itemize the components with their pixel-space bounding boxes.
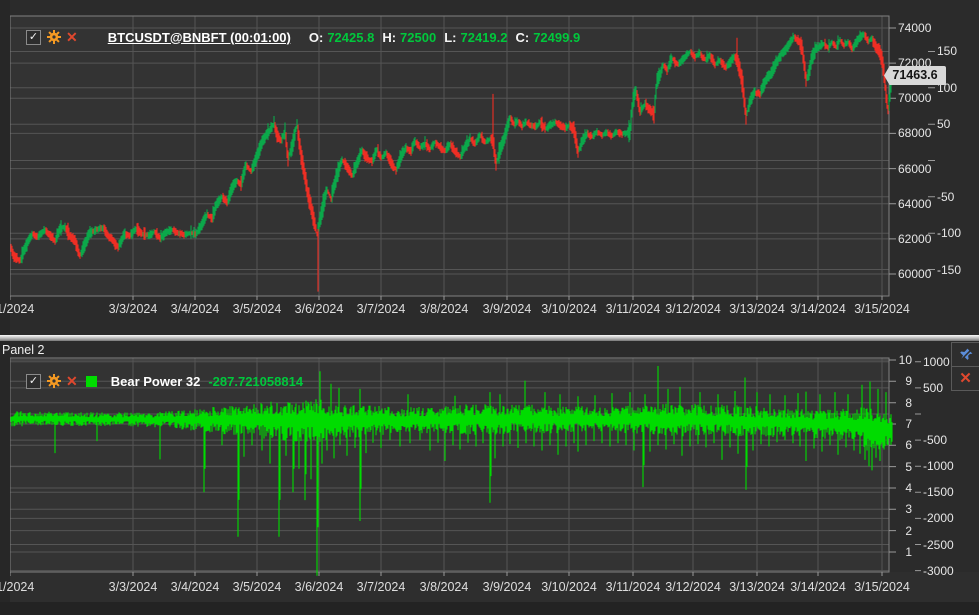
indicator-inner-tick-label: 3 (898, 502, 912, 516)
indicator-name[interactable]: Bear Power 32 (111, 374, 201, 389)
date-label: 3/9/2024 (483, 302, 532, 316)
indicator-legend: ✓ ✕ Bear Power 32 -287.721058814 (26, 370, 303, 392)
indicator-inner-tick-label: 10 (898, 353, 912, 367)
indicator-outer-tick-label: -1000 (923, 459, 954, 473)
panel2-title: Panel 2 (2, 343, 44, 357)
secondary-axis-tick-label: -150 (937, 263, 961, 277)
close-label: C: (515, 30, 529, 45)
indicator-outer-tick-label: -2000 (923, 511, 954, 525)
open-label: O: (309, 30, 323, 45)
trading-app-window: 7400072000700006800066000640006200060000… (0, 0, 979, 615)
panel2-buttons: ✕ (951, 342, 979, 391)
price-axis-tick-label: 64000 (898, 197, 931, 211)
price-axis-tick-label: 60000 (898, 267, 931, 281)
series-visibility-checkbox[interactable]: ✓ (26, 30, 41, 45)
symbol-title[interactable]: BTCUSDT@BNBFT (00:01:00) (108, 30, 291, 45)
indicator-outer-tick-label: -3000 (923, 564, 954, 578)
date-label: 3/5/2024 (233, 580, 282, 594)
date-label: 3/13/2024 (729, 580, 785, 594)
date-label: 3/15/2024 (854, 302, 910, 316)
low-label: L: (444, 30, 456, 45)
indicator-outer-tick-label: 500 (923, 381, 943, 395)
series-settings-gear-icon[interactable] (47, 30, 61, 44)
unpin-panel-button[interactable] (952, 343, 979, 366)
low-value: 72419.2 (460, 30, 507, 45)
indicator-inner-tick-label: 4 (898, 481, 912, 495)
panel-splitter[interactable] (0, 335, 979, 341)
date-label: 3/8/2024 (420, 580, 469, 594)
indicator-visibility-checkbox[interactable]: ✓ (26, 374, 41, 389)
high-value: 72500 (400, 30, 436, 45)
secondary-axis-tick-label: -100 (937, 226, 961, 240)
close-value: 72499.9 (533, 30, 580, 45)
price-series-legend: ✓ ✕ BTCUSDT@BNBFT (00:01:00) O: 72425.8 … (26, 26, 580, 48)
price-axis-tick-label: 68000 (898, 126, 931, 140)
date-label: 3/12/2024 (665, 302, 721, 316)
price-axis-tick-label: 62000 (898, 232, 931, 246)
close-panel-button[interactable]: ✕ (952, 366, 979, 390)
price-axis-tick-label: 66000 (898, 162, 931, 176)
pushpin-icon (958, 347, 974, 363)
date-label: 3/9/2024 (483, 580, 532, 594)
date-label: 3/3/2024 (109, 580, 158, 594)
secondary-axis-tick-label: 150 (937, 44, 957, 58)
series-remove-icon[interactable]: ✕ (66, 30, 78, 44)
date-label: 3/14/2024 (790, 580, 846, 594)
date-label: 3/6/2024 (295, 580, 344, 594)
date-label: 3/8/2024 (420, 302, 469, 316)
date-label: 3/10/2024 (541, 302, 597, 316)
indicator-inner-tick-label: 9 (898, 374, 912, 388)
close-icon: ✕ (959, 372, 972, 386)
date-label: 3/12/2024 (665, 580, 721, 594)
indicator-color-swatch[interactable] (86, 376, 97, 387)
date-label: 3/15/2024 (854, 580, 910, 594)
indicator-settings-gear-icon[interactable] (47, 374, 61, 388)
date-label: 3/5/2024 (233, 302, 282, 316)
last-price-tag: 71463.6 (884, 66, 946, 85)
indicator-outer-tick-label: 1000 (923, 355, 950, 369)
secondary-axis-tick-label: -50 (937, 190, 954, 204)
date-label: 3/1/2024 (0, 580, 34, 594)
indicator-inner-tick-label: 8 (898, 396, 912, 410)
price-axis-tick-label: 70000 (898, 91, 931, 105)
indicator-outer-tick-label: -1500 (923, 485, 954, 499)
high-label: H: (382, 30, 396, 45)
indicator-outer-tick-label: -2500 (923, 538, 954, 552)
date-label: 3/1/2024 (0, 302, 34, 316)
indicator-inner-tick-label: 1 (898, 545, 912, 559)
secondary-axis-tick-label: 50 (937, 117, 950, 131)
price-axis-tick-label: 74000 (898, 21, 931, 35)
indicator-inner-tick-label: 6 (898, 438, 912, 452)
date-label: 3/4/2024 (171, 302, 220, 316)
indicator-remove-icon[interactable]: ✕ (66, 374, 78, 388)
date-label: 3/11/2024 (606, 580, 661, 594)
bottom-margin (0, 602, 979, 615)
indicator-inner-tick-label: 2 (898, 524, 912, 538)
date-label: 3/4/2024 (171, 580, 220, 594)
date-label: 3/6/2024 (295, 302, 344, 316)
date-label: 3/10/2024 (541, 580, 597, 594)
date-label: 3/7/2024 (357, 580, 406, 594)
date-label: 3/3/2024 (109, 302, 158, 316)
date-label: 3/7/2024 (357, 302, 406, 316)
indicator-inner-tick-label: 7 (898, 417, 912, 431)
date-label: 3/14/2024 (790, 302, 846, 316)
date-label: 3/13/2024 (729, 302, 785, 316)
indicator-outer-tick-label: -500 (923, 433, 947, 447)
indicator-value: -287.721058814 (208, 374, 303, 389)
date-label: 3/11/2024 (606, 302, 661, 316)
indicator-inner-tick-label: 5 (898, 460, 912, 474)
open-value: 72425.8 (327, 30, 374, 45)
